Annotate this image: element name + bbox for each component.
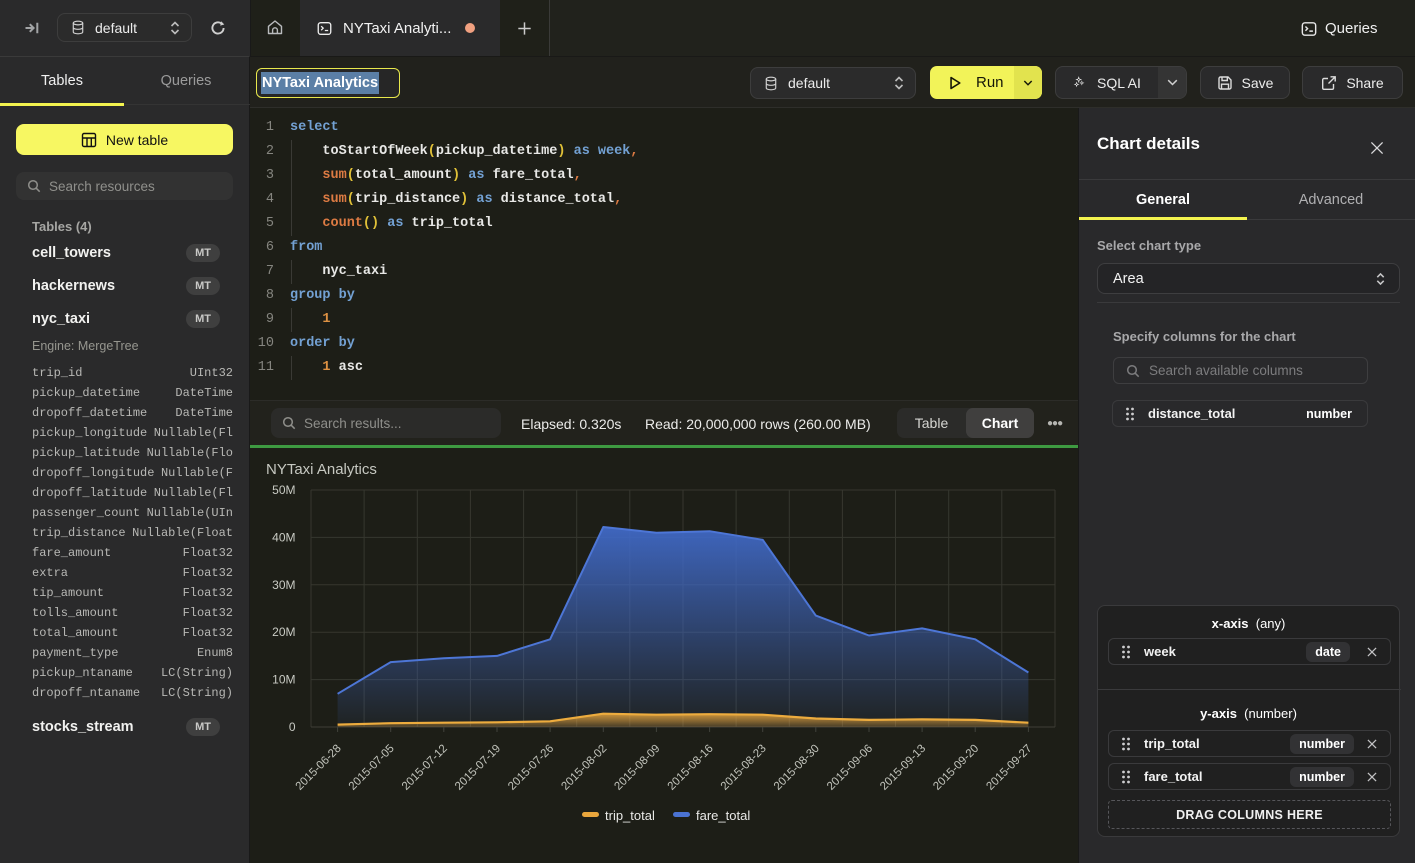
svg-text:2015-09-27: 2015-09-27 (984, 743, 1034, 793)
svg-text:30M: 30M (272, 578, 295, 592)
svg-text:40M: 40M (272, 530, 295, 544)
svg-text:2015-08-30: 2015-08-30 (772, 743, 822, 793)
svg-text:2015-08-09: 2015-08-09 (612, 743, 662, 793)
svg-text:10M: 10M (272, 673, 295, 687)
svg-text:2015-07-26: 2015-07-26 (506, 743, 556, 793)
svg-text:2015-09-13: 2015-09-13 (878, 743, 928, 793)
svg-text:2015-08-16: 2015-08-16 (666, 743, 716, 793)
svg-text:20M: 20M (272, 625, 295, 639)
svg-text:2015-09-20: 2015-09-20 (931, 743, 981, 793)
svg-text:2015-07-19: 2015-07-19 (453, 743, 503, 793)
svg-text:trip_total: trip_total (605, 808, 655, 823)
svg-text:2015-07-12: 2015-07-12 (400, 743, 450, 793)
svg-text:fare_total: fare_total (696, 808, 750, 823)
svg-text:50M: 50M (272, 483, 295, 497)
svg-text:2015-06-28: 2015-06-28 (294, 743, 344, 793)
svg-text:NYTaxi Analytics: NYTaxi Analytics (266, 461, 377, 478)
svg-text:2015-08-02: 2015-08-02 (559, 743, 609, 793)
svg-text:0: 0 (289, 720, 296, 734)
svg-text:2015-09-06: 2015-09-06 (825, 743, 875, 793)
svg-text:2015-08-23: 2015-08-23 (719, 743, 769, 793)
svg-text:2015-07-05: 2015-07-05 (347, 743, 397, 793)
